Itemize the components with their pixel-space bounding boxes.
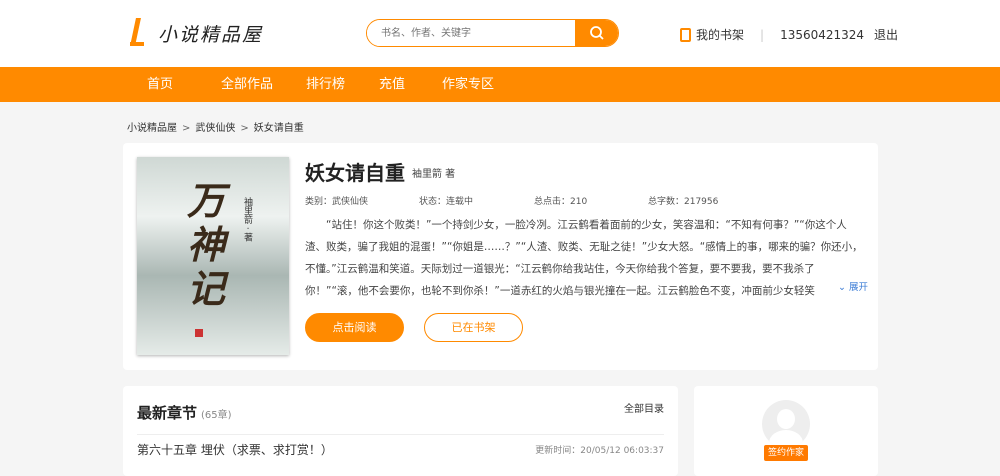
latest-chapters-card: 最新章节 (65章) 全部目录 第六十五章 埋伏（求票、求打赏！） 更新时间：2…	[123, 386, 678, 476]
nav-ranking[interactable]: 排行榜	[306, 67, 345, 102]
author-card: 签约作家	[694, 386, 878, 476]
nav-all-works[interactable]: 全部作品	[221, 67, 273, 102]
search-input[interactable]	[367, 20, 575, 46]
divider	[137, 434, 664, 435]
latest-chapter-link[interactable]: 第六十五章 埋伏（求票、求打赏！）	[137, 441, 333, 458]
divider: |	[760, 27, 765, 42]
main-nav: 首页 全部作品 排行榜 充值 作家专区	[0, 67, 1000, 102]
book-category: 类别：武侠仙侠	[305, 197, 369, 207]
header: 小说精品屋 我的书架 | 13560421324 退出	[0, 0, 1000, 67]
author-avatar[interactable]	[762, 400, 810, 448]
breadcrumb-home[interactable]: 小说精品屋	[127, 123, 177, 134]
expand-button[interactable]: ⌄ 展开	[834, 279, 868, 293]
book-author: 袖里箭 著	[412, 169, 456, 180]
cover-title: 万神记	[187, 178, 226, 311]
book-intro: “站住！你这个败类！”一个持剑少女，一脸冷冽。江云鹤看着面前的少女，笑容温和：“…	[305, 219, 863, 297]
cover-seal	[195, 329, 203, 337]
in-bookshelf-button[interactable]: 已在书架	[424, 313, 523, 342]
user-phone[interactable]: 13560421324	[780, 28, 864, 42]
breadcrumb: 小说精品屋 > 武侠仙侠 > 妖女请自重	[127, 119, 304, 134]
book-clicks: 总点击：210	[534, 197, 588, 207]
nav-recharge[interactable]: 充值	[379, 67, 405, 102]
logo-text: 小说精品屋	[158, 23, 264, 46]
read-button[interactable]: 点击阅读	[305, 313, 404, 342]
breadcrumb-current: 妖女请自重	[253, 123, 304, 134]
book-info-card: 万神记 袖里箭 · 著 妖女请自重 袖里箭 著 类别：武侠仙侠 状态：连载中 总点…	[123, 143, 878, 370]
section-title: 最新章节	[137, 404, 198, 422]
book-cover[interactable]: 万神记 袖里箭 · 著	[137, 157, 289, 355]
book-status: 状态：连载中	[419, 197, 474, 207]
breadcrumb-sep: >	[182, 123, 191, 134]
signed-author-badge: 签约作家	[764, 445, 808, 461]
expand-label: 展开	[848, 282, 868, 293]
logo[interactable]: 小说精品屋	[128, 18, 263, 48]
update-time: 更新时间：20/05/12 06:03:37	[535, 446, 664, 456]
book-words: 总字数：217956	[648, 197, 719, 207]
account-area: 我的书架 | 13560421324 退出	[680, 26, 898, 43]
search-button[interactable]	[575, 20, 618, 46]
full-catalog-link[interactable]: 全部目录	[624, 400, 664, 415]
breadcrumb-sep: >	[240, 123, 249, 134]
cover-author: 袖里箭 · 著	[242, 197, 252, 242]
chapter-count: (65章)	[201, 410, 232, 421]
bookshelf-link[interactable]: 我的书架	[696, 26, 744, 43]
logo-icon	[128, 18, 146, 48]
search-icon	[589, 26, 604, 40]
chevron-down-icon: ⌄	[838, 282, 849, 293]
search-box	[366, 19, 619, 47]
book-title: 妖女请自重	[305, 161, 405, 185]
logout-link[interactable]: 退出	[874, 26, 898, 43]
breadcrumb-category[interactable]: 武侠仙侠	[195, 123, 235, 134]
bookshelf-icon	[680, 27, 691, 42]
nav-home[interactable]: 首页	[147, 67, 173, 102]
nav-author-zone[interactable]: 作家专区	[442, 67, 494, 102]
